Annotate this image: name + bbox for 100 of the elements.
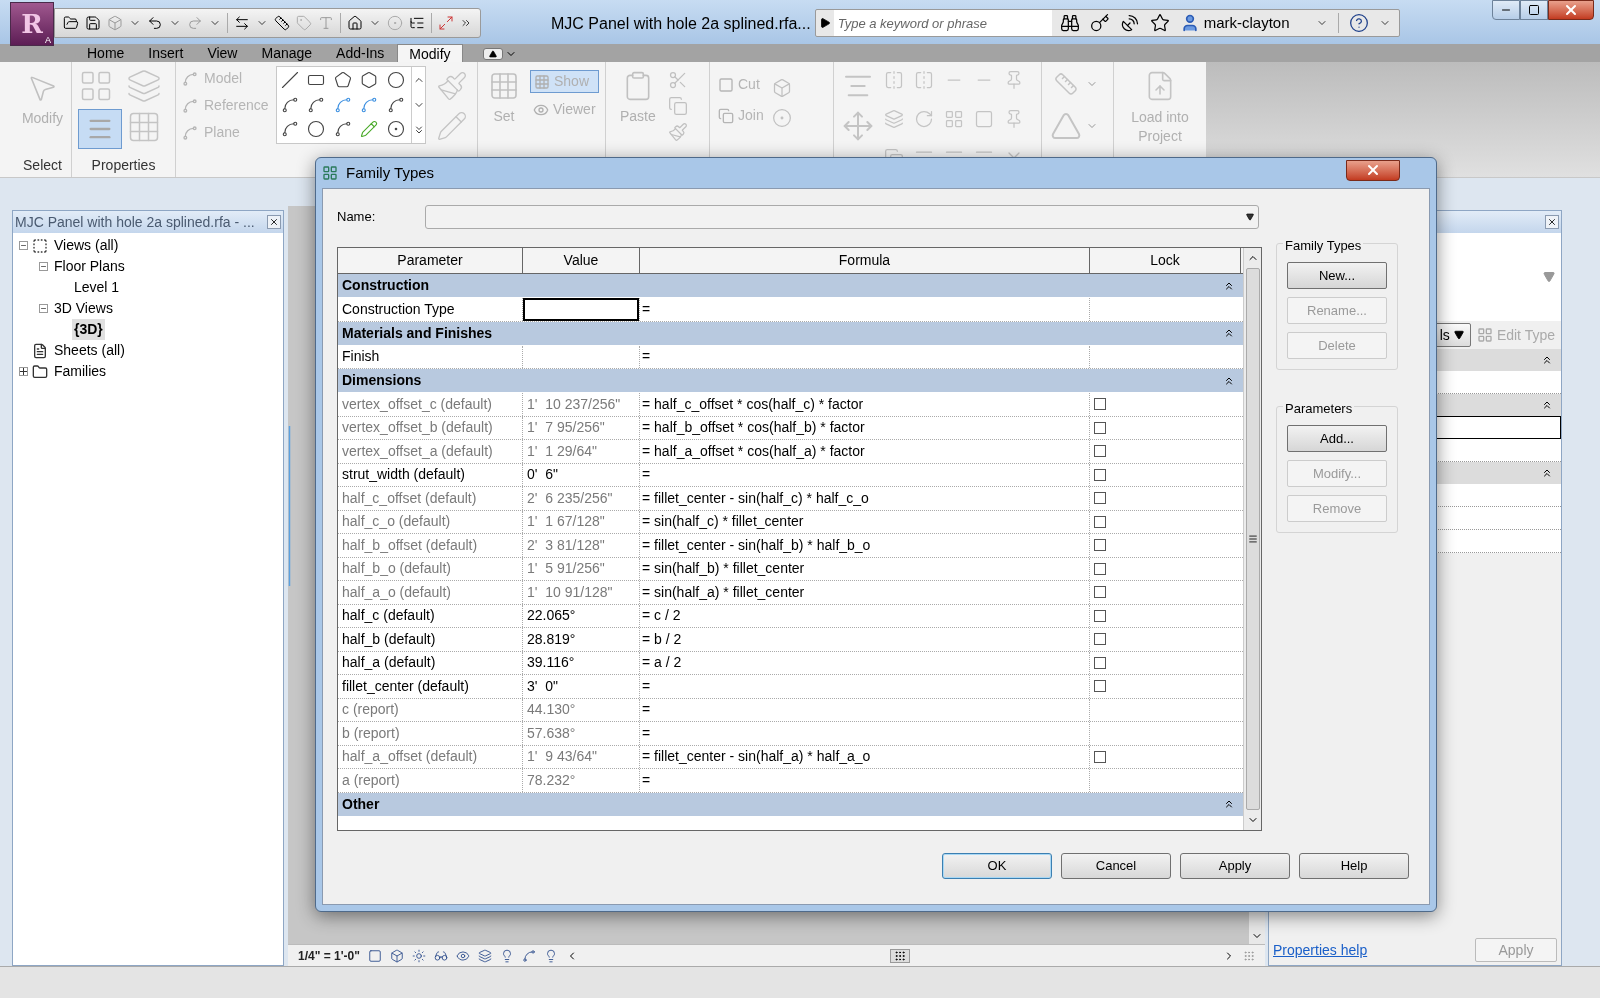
dialog-close-button[interactable] (1346, 159, 1400, 181)
draw-tool-icon[interactable] (386, 95, 405, 114)
tree-item[interactable]: Sheets (all) (52, 340, 127, 361)
panel-close-button[interactable] (1545, 215, 1559, 229)
value-field[interactable] (523, 298, 639, 321)
view-control-icon[interactable] (455, 948, 470, 963)
tree-item[interactable]: Families (52, 361, 109, 382)
list-icon[interactable] (409, 15, 425, 31)
draw-tool-icon[interactable] (307, 95, 326, 114)
panel-label: Properties (90, 156, 157, 175)
minus-icon (40, 263, 47, 270)
set-icon (488, 70, 520, 102)
dialog-button[interactable]: Apply (1180, 853, 1290, 879)
view-control-icon[interactable] (521, 948, 536, 963)
tree-item[interactable]: Floor Plans (52, 256, 127, 277)
view-control-icon[interactable] (477, 948, 492, 963)
formula-field[interactable]: = (640, 298, 1090, 321)
column-header[interactable]: Lock (1090, 248, 1241, 273)
side-button[interactable]: Add... (1287, 425, 1387, 452)
dialog-button[interactable]: OK (942, 853, 1052, 879)
collapse-icon[interactable] (1223, 327, 1235, 339)
expander-toggle[interactable] (19, 241, 28, 250)
view-control-icon[interactable] (367, 948, 382, 963)
view-control-icon[interactable] (411, 948, 426, 963)
dialog-button[interactable]: Help (1299, 853, 1409, 879)
house-icon[interactable] (347, 15, 363, 31)
lock-checkbox[interactable] (1094, 468, 1106, 481)
draw-tool-icon[interactable] (333, 71, 352, 89)
ribbon-tab[interactable]: Manage (250, 44, 324, 62)
tree-item[interactable]: 3D Views (52, 298, 115, 319)
tree-item[interactable]: {3D} (72, 319, 105, 340)
group-header[interactable]: Construction (338, 274, 1243, 298)
dialog-button[interactable]: Cancel (1061, 853, 1171, 879)
minimize-button[interactable] (1492, 0, 1520, 20)
column-header[interactable]: Parameter (338, 248, 523, 273)
view-scale[interactable]: 1/4" = 1'-0" (298, 946, 360, 965)
expander-toggle[interactable] (39, 304, 48, 313)
formula-field[interactable]: = (640, 463, 1090, 486)
expander-toggle[interactable] (39, 262, 48, 271)
lock-checkbox[interactable] (1094, 656, 1106, 669)
parameter-cell: a (report) (338, 769, 523, 792)
value-field[interactable]: 22.065° (523, 604, 639, 627)
properties-help-link[interactable]: Properties help (1273, 939, 1368, 961)
formula-field[interactable]: = a / 2 (640, 651, 1090, 674)
draw-tool-icon[interactable] (307, 120, 326, 139)
collapse-icon[interactable] (1541, 354, 1553, 366)
view-control-icon[interactable] (389, 948, 404, 963)
vertical-scrollbar[interactable] (1243, 248, 1261, 830)
ribbon-tab[interactable]: Add-Ins (325, 44, 396, 62)
draw-tool-icon[interactable] (281, 71, 299, 89)
parameter-cell: c (report) (338, 698, 523, 721)
value-field[interactable]: 3' 0" (523, 675, 639, 698)
ribbon-tab[interactable]: Modify (397, 44, 463, 62)
more-icon[interactable] (460, 17, 472, 29)
draw-tool-icon[interactable] (360, 71, 379, 89)
column-header[interactable]: Value (523, 248, 640, 273)
lock-checkbox[interactable] (1094, 633, 1106, 646)
family-properties-button[interactable] (78, 108, 122, 149)
draw-tool-icon[interactable] (333, 120, 352, 139)
value-field[interactable]: 0' 6" (523, 463, 639, 486)
scroll-thumb[interactable] (890, 948, 911, 963)
ribbon-tab[interactable]: Home (76, 44, 136, 62)
draw-tool-icon[interactable] (281, 95, 299, 114)
lock-checkbox[interactable] (1094, 609, 1106, 622)
column-header[interactable]: Formula (640, 248, 1090, 273)
close-button[interactable] (1548, 0, 1594, 20)
formula-field[interactable]: = (640, 675, 1090, 698)
panel-close-button[interactable] (267, 215, 281, 229)
draw-tool-icon[interactable] (386, 71, 405, 89)
value-field[interactable]: 28.819° (523, 628, 639, 651)
draw-tool-icon[interactable] (281, 120, 299, 139)
save-icon[interactable] (85, 15, 101, 31)
lock-checkbox[interactable] (1094, 680, 1106, 693)
group-header[interactable]: Dimensions (338, 369, 1243, 393)
line-icon (182, 70, 198, 87)
folder-icon[interactable] (63, 15, 79, 31)
maximize-button[interactable] (1520, 0, 1548, 20)
tree-item[interactable]: Views (all) (52, 235, 121, 256)
minus-icon (20, 242, 27, 249)
collapse-icon[interactable] (1541, 467, 1553, 479)
side-button[interactable]: New... (1287, 262, 1387, 289)
edit-type-icon (1476, 327, 1493, 343)
ribbon-tab[interactable]: View (196, 44, 249, 62)
collapse-icon[interactable] (1541, 399, 1553, 411)
ribbon-tab[interactable]: Insert (137, 44, 195, 62)
expander-toggle[interactable] (19, 367, 28, 376)
formula-field[interactable]: = (640, 345, 1090, 368)
ribbon-toggle[interactable] (482, 48, 517, 60)
value-field[interactable]: 39.116° (523, 651, 639, 674)
tree-item[interactable]: Level 1 (72, 277, 122, 298)
undo-icon[interactable] (147, 15, 163, 31)
formula-field[interactable]: = c / 2 (640, 604, 1090, 627)
group-header[interactable]: Materials and Finishes (338, 321, 1243, 346)
collapse-icon[interactable] (1223, 798, 1235, 810)
group-header[interactable]: Other (338, 792, 1243, 817)
ruler-icon[interactable] (274, 15, 290, 31)
formula-field[interactable]: = b / 2 (640, 628, 1090, 651)
draw-tool-icon[interactable] (386, 120, 405, 139)
view-control-icon[interactable] (433, 948, 448, 963)
dimension-icon[interactable] (234, 15, 250, 31)
